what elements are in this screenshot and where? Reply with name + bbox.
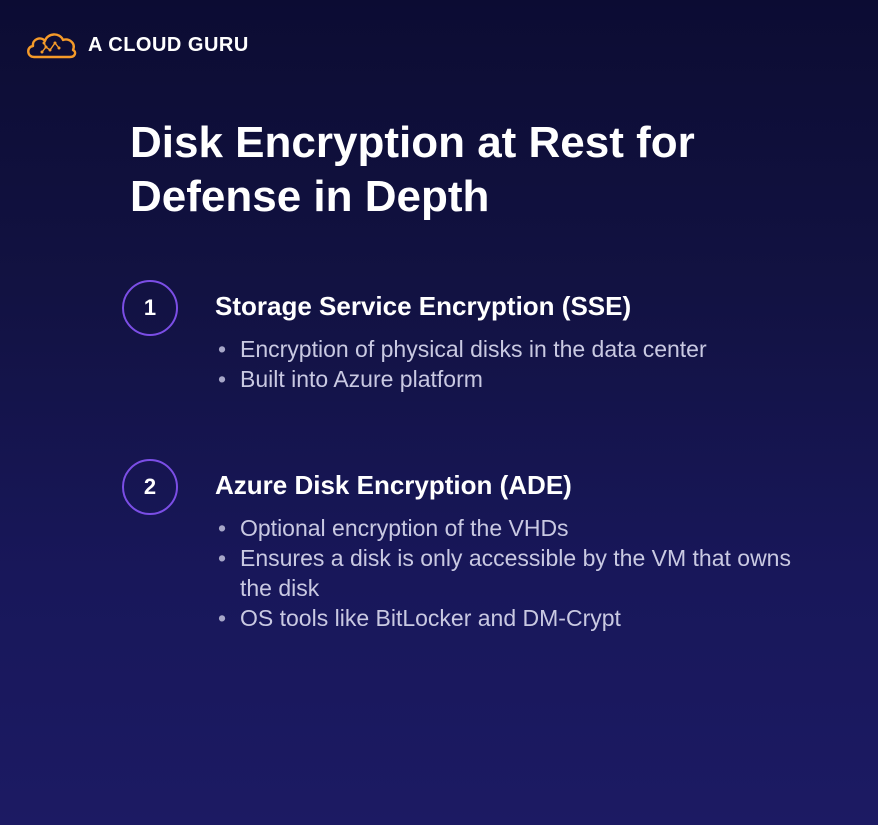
bullet-text: Ensures a disk is only accessible by the… (240, 545, 791, 601)
section-number-badge: 2 (122, 459, 178, 515)
bullet-dot-icon: • (218, 515, 227, 541)
section-heading: Storage Service Encryption (SSE) (215, 291, 632, 321)
bullet-item: • Encryption of physical disks in the dat… (218, 334, 818, 364)
bullet-item: • Ensures a disk is only accessible by th… (218, 543, 818, 603)
slide-title: Disk Encryption at Rest for Defense in D… (130, 118, 695, 221)
bullet-text: OS tools like BitLocker and DM-Crypt (240, 605, 621, 631)
bullet-list: • Encryption of physical disks in the dat… (218, 334, 818, 394)
bullet-dot-icon: • (218, 366, 227, 392)
bullet-item: • Built into Azure platform (218, 364, 818, 394)
bullet-dot-icon: • (218, 605, 227, 631)
bullet-item: • OS tools like BitLocker and DM-Crypt (218, 603, 818, 633)
bullet-text: Encryption of physical disks in the data… (240, 336, 707, 362)
brand-name: A CLOUD GURU (88, 33, 249, 56)
section-heading: Azure Disk Encryption (ADE) (215, 470, 572, 500)
bullet-dot-icon: • (218, 336, 227, 362)
bullet-dot-icon: • (218, 545, 227, 571)
bullet-text: Optional encryption of the VHDs (240, 515, 569, 541)
bullet-list: • Optional encryption of the VHDs • Ensure… (218, 513, 818, 633)
cloud-logo-icon (27, 33, 77, 59)
section-number-badge: 1 (122, 280, 178, 336)
bullet-item: • Optional encryption of the VHDs (218, 513, 818, 543)
bullet-text: Built into Azure platform (240, 366, 483, 392)
brand-logo: A CLOUD GURU (24, 30, 249, 60)
